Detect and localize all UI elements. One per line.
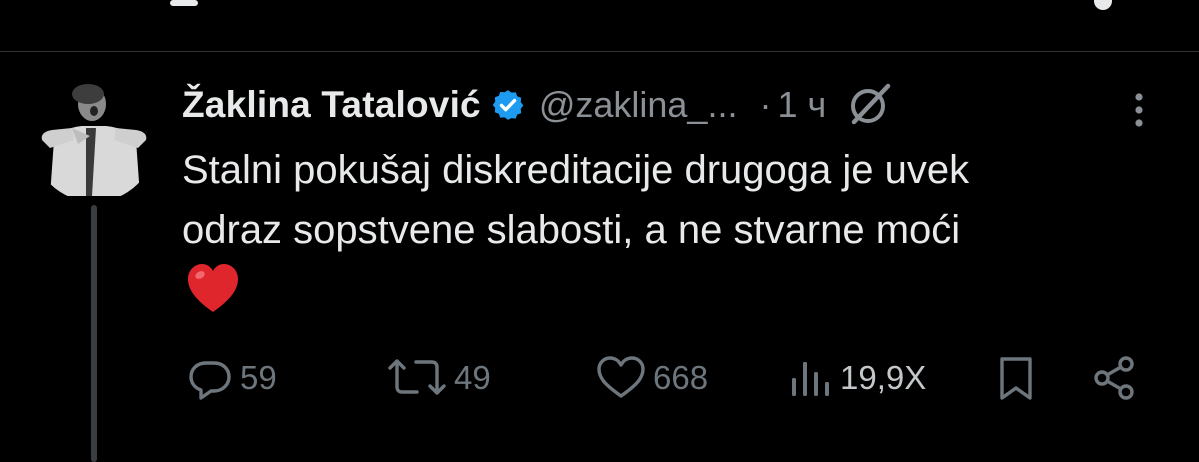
reply-count: 59 bbox=[240, 359, 277, 396]
verified-badge-icon[interactable] bbox=[491, 88, 525, 122]
bookmark-button[interactable] bbox=[996, 350, 1036, 406]
post-text-line: odraz sopstvene slabosti, a ne stvarne m… bbox=[182, 208, 961, 252]
repost-count: 49 bbox=[454, 359, 491, 396]
views-icon bbox=[792, 362, 829, 396]
share-button[interactable] bbox=[1090, 350, 1138, 406]
repost-icon bbox=[388, 359, 446, 395]
reply-button[interactable]: 59 bbox=[186, 350, 277, 406]
like-count: 668 bbox=[653, 359, 709, 396]
like-button[interactable]: 668 bbox=[595, 350, 708, 406]
share-icon bbox=[1094, 356, 1134, 400]
views-button[interactable]: 19,9X bbox=[788, 350, 926, 406]
post-header: Žaklina Tatalović @zaklina_... · 1 ч bbox=[182, 80, 894, 130]
thread-line bbox=[91, 205, 97, 462]
post-divider bbox=[0, 51, 1199, 52]
more-options-icon[interactable] bbox=[1124, 90, 1154, 130]
post-text-line: Stalni pokušaj diskreditacije drugoga je… bbox=[182, 148, 970, 192]
previous-post-remnant bbox=[0, 0, 1199, 52]
avatar[interactable] bbox=[32, 78, 156, 202]
reply-icon bbox=[189, 361, 231, 400]
repost-button[interactable]: 49 bbox=[386, 350, 491, 406]
views-count: 19,9X bbox=[840, 359, 927, 396]
handle[interactable]: @zaklina_... bbox=[539, 84, 738, 126]
bookmark-icon bbox=[1000, 357, 1032, 400]
display-name[interactable]: Žaklina Tatalović bbox=[182, 84, 481, 126]
post-time[interactable]: 1 ч bbox=[777, 84, 826, 126]
post-text: Stalni pokušaj diskreditacije drugoga je… bbox=[182, 140, 1182, 260]
like-icon bbox=[597, 356, 645, 398]
separator-dot: · bbox=[759, 84, 772, 125]
action-bar: 59 49 668 19,9X bbox=[0, 350, 1199, 410]
grok-icon[interactable] bbox=[844, 80, 894, 130]
red-heart-emoji-icon bbox=[188, 264, 238, 312]
